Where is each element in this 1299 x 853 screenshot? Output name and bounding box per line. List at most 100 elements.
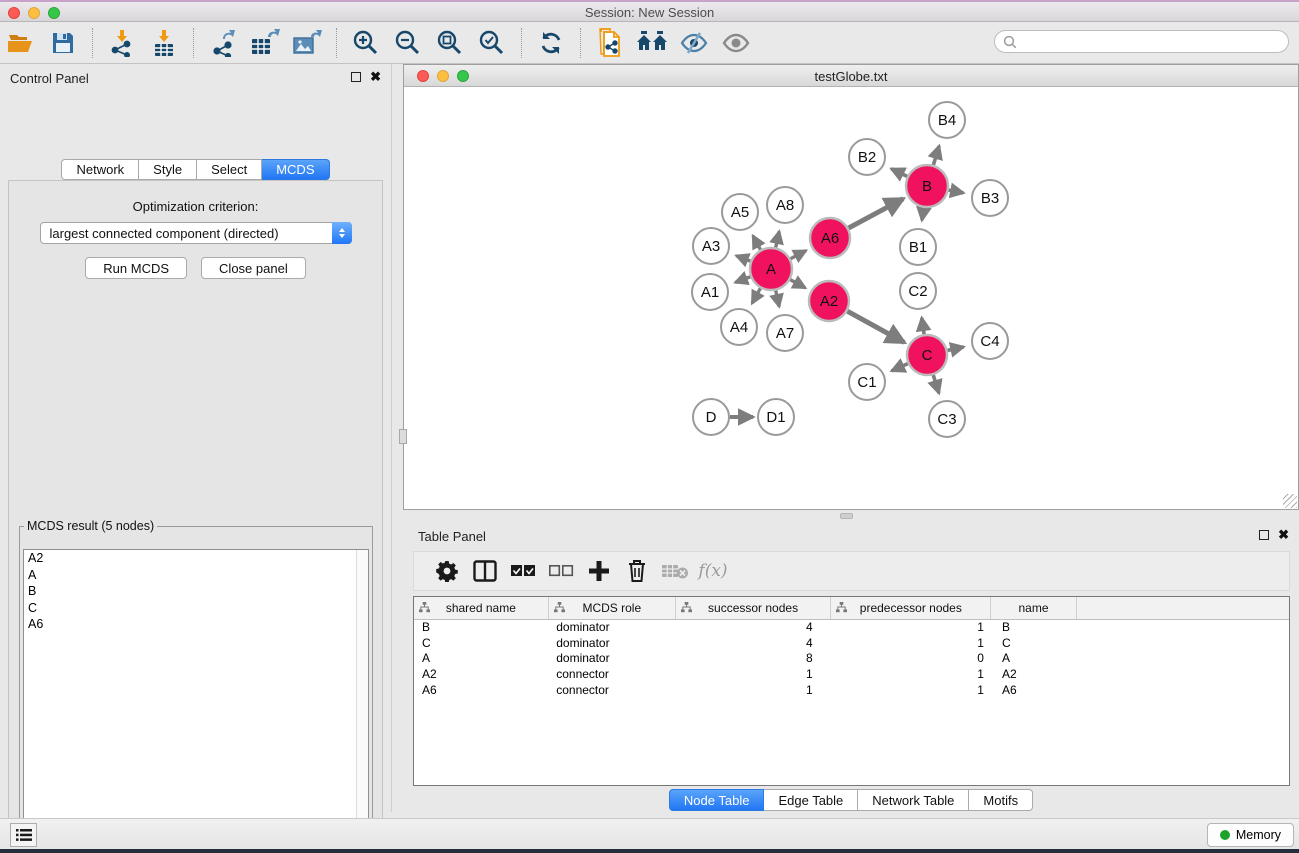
tab-style[interactable]: Style — [139, 159, 197, 180]
export-table-icon[interactable] — [247, 26, 283, 60]
zoom-in-icon[interactable] — [348, 26, 384, 60]
network-view-window: testGlobe.txt AA1A3A5A8A4A7A6A2BB2B4B3B1… — [403, 64, 1299, 510]
table-row[interactable]: Bdominator41B — [414, 619, 1290, 635]
search-input[interactable] — [1017, 32, 1288, 51]
criterion-value: largest connected component (directed) — [50, 226, 279, 241]
tab-network[interactable]: Network — [61, 159, 139, 180]
list-icon — [16, 828, 32, 842]
save-session-icon[interactable] — [45, 26, 81, 60]
zoom-out-icon[interactable] — [390, 26, 426, 60]
graph-edge-A-A1[interactable] — [735, 277, 750, 283]
hide-graphics-icon[interactable] — [676, 26, 712, 60]
graph-edge-A-A7[interactable] — [776, 290, 780, 306]
columns-icon[interactable] — [468, 556, 502, 586]
tab-select[interactable]: Select — [197, 159, 262, 180]
run-mcds-button[interactable]: Run MCDS — [85, 257, 187, 279]
float-table-panel-icon[interactable] — [1259, 530, 1269, 540]
tab-mcds[interactable]: MCDS — [262, 159, 329, 180]
close-table-panel-icon[interactable]: ✖ — [1278, 527, 1289, 543]
select-all-icon[interactable] — [506, 556, 540, 586]
result-item[interactable]: C — [24, 600, 368, 617]
graph-edge-A6-B[interactable] — [849, 199, 904, 228]
graph-edge-B-B4[interactable] — [933, 146, 939, 165]
result-scrollbar[interactable] — [356, 550, 368, 851]
graph-edge-B-B2[interactable] — [891, 169, 907, 177]
sidebar-collapse-handle[interactable] — [399, 429, 407, 444]
graph-node-label: C — [922, 347, 933, 364]
mcds-result-box: MCDS result (5 nodes) A2ABCA6 — [19, 519, 373, 853]
table-panel: Table Panel ✖ f(x) shared nameMCDS roles… — [403, 522, 1299, 812]
toolbar-separator — [336, 28, 337, 58]
zoom-fit-icon[interactable] — [432, 26, 468, 60]
resize-grip-icon[interactable] — [1283, 494, 1297, 508]
graph-edge-C-C2[interactable] — [922, 318, 924, 334]
column-header-shared-name[interactable]: shared name — [414, 597, 548, 619]
splitter-handle[interactable] — [840, 513, 853, 519]
graph-node-label: B4 — [938, 112, 956, 129]
graph-node-label: B2 — [858, 149, 876, 166]
tab-network-table[interactable]: Network Table — [858, 789, 969, 811]
column-header-successor-nodes[interactable]: successor nodes — [675, 597, 830, 619]
tab-motifs[interactable]: Motifs — [969, 789, 1033, 811]
graph-edge-A-A4[interactable] — [752, 288, 760, 303]
graph-edge-C-C4[interactable] — [947, 347, 963, 351]
result-item[interactable]: A2 — [24, 550, 368, 567]
table-row[interactable]: A6connector11A6 — [414, 682, 1290, 698]
show-graphics-icon[interactable] — [718, 26, 754, 60]
result-item[interactable]: A6 — [24, 616, 368, 633]
memory-button[interactable]: Memory — [1207, 823, 1294, 847]
graph-node-label: B1 — [909, 239, 927, 256]
table-row[interactable]: A2connector11A2 — [414, 666, 1290, 682]
task-history-button[interactable] — [10, 823, 37, 847]
close-panel-icon[interactable]: ✖ — [370, 69, 381, 85]
network-window-titlebar[interactable]: testGlobe.txt — [404, 65, 1298, 87]
graph-edge-A-A5[interactable] — [753, 236, 761, 250]
graph-edge-A-A2[interactable] — [790, 280, 805, 288]
main-toolbar — [0, 22, 1299, 64]
export-image-icon[interactable] — [289, 26, 325, 60]
graph-edge-A-A6[interactable] — [790, 251, 806, 259]
graph-edge-C-C1[interactable] — [892, 364, 908, 371]
delete-table-icon[interactable] — [658, 556, 692, 586]
close-panel-button[interactable]: Close panel — [201, 257, 306, 279]
graph-node-label: A5 — [731, 204, 749, 221]
graph-edge-C-C3[interactable] — [933, 375, 939, 393]
new-network-from-selection-icon[interactable] — [592, 26, 628, 60]
deselect-all-icon[interactable] — [544, 556, 578, 586]
tab-node-table[interactable]: Node Table — [669, 789, 765, 811]
refresh-icon[interactable] — [533, 26, 569, 60]
result-item[interactable]: B — [24, 583, 368, 600]
criterion-dropdown[interactable]: largest connected component (directed) — [40, 222, 352, 244]
graph-edge-B-B3[interactable] — [949, 190, 964, 193]
graph-node-label: C4 — [980, 333, 999, 350]
float-panel-icon[interactable] — [351, 72, 361, 82]
desktop-background — [0, 849, 1299, 853]
column-header-name[interactable]: name — [991, 597, 1076, 619]
toolbar-separator — [193, 28, 194, 58]
open-file-icon[interactable] — [3, 26, 39, 60]
graph-node-label: D1 — [766, 409, 785, 426]
table-row[interactable]: Adominator80A — [414, 650, 1290, 666]
table-row[interactable]: Cdominator41C — [414, 635, 1290, 651]
import-network-icon[interactable] — [104, 26, 140, 60]
graph-edge-B-B1[interactable] — [922, 208, 924, 221]
delete-column-icon[interactable] — [620, 556, 654, 586]
import-table-icon[interactable] — [146, 26, 182, 60]
gear-icon[interactable] — [430, 556, 464, 586]
column-header-predecessor-nodes[interactable]: predecessor nodes — [831, 597, 991, 619]
graph-edge-A-A8[interactable] — [776, 231, 780, 247]
function-builder-icon[interactable]: f(x) — [696, 556, 730, 586]
show-panels-icon[interactable] — [634, 26, 670, 60]
search-field[interactable] — [994, 30, 1289, 53]
graph-edge-A-A3[interactable] — [736, 256, 750, 261]
column-header-MCDS-role[interactable]: MCDS role — [548, 597, 675, 619]
tab-edge-table[interactable]: Edge Table — [764, 789, 858, 811]
memory-label: Memory — [1236, 828, 1281, 842]
network-graph[interactable]: AA1A3A5A8A4A7A6A2BB2B4B3B1CC2C1C4C3DD1 — [404, 87, 1298, 509]
graph-edge-A2-C[interactable] — [847, 311, 904, 342]
zoom-selected-icon[interactable] — [474, 26, 510, 60]
network-canvas[interactable]: AA1A3A5A8A4A7A6A2BB2B4B3B1CC2C1C4C3DD1 — [404, 87, 1298, 509]
add-column-icon[interactable] — [582, 556, 616, 586]
export-network-icon[interactable] — [205, 26, 241, 60]
result-item[interactable]: A — [24, 567, 368, 584]
